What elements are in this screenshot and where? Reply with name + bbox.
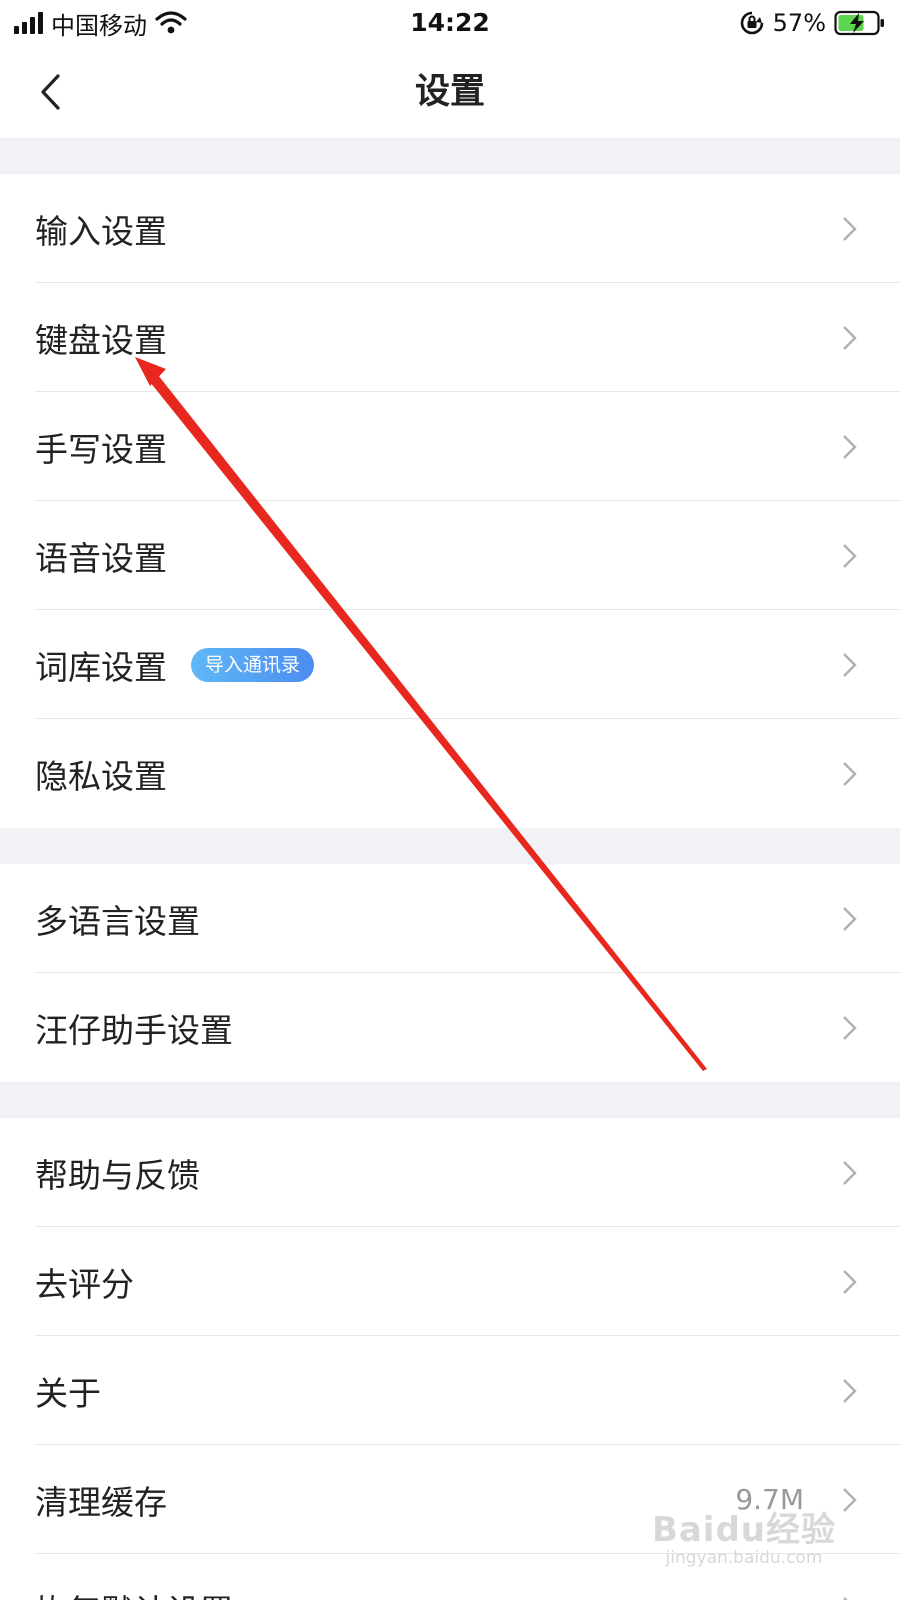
settings-item-input[interactable]: 输入设置 <box>0 174 900 283</box>
group-separator <box>0 138 900 174</box>
chevron-right-icon <box>843 1161 857 1185</box>
settings-item-privacy[interactable]: 隐私设置 <box>0 719 900 828</box>
settings-item-label: 隐私设置 <box>35 756 167 796</box>
chevron-right-icon <box>843 1488 857 1512</box>
settings-item-keyboard[interactable]: 键盘设置 <box>0 283 900 392</box>
settings-item-help-feedback[interactable]: 帮助与反馈 <box>0 1118 900 1227</box>
status-bar: 中国移动 14:22 57% <box>0 0 900 46</box>
settings-item-label: 词库设置 <box>35 647 167 687</box>
settings-item-label: 关于 <box>35 1373 101 1413</box>
group-separator <box>0 1082 900 1118</box>
settings-group-language: 多语言设置 汪仔助手设置 <box>0 864 900 1082</box>
chevron-right-icon <box>843 1597 848 1600</box>
settings-item-handwriting[interactable]: 手写设置 <box>0 392 900 501</box>
nav-bar: 设置 <box>0 46 900 138</box>
baidu-watermark: Baidu经验 jingyan.baidu.com <box>652 1512 836 1568</box>
settings-item-dictionary[interactable]: 词库设置 导入通讯录 <box>0 610 900 719</box>
chevron-right-icon <box>843 1270 857 1294</box>
battery-percent: 57% <box>772 9 826 37</box>
settings-item-label: 恢复默认设置 <box>35 1585 233 1600</box>
status-bar-right: 57% <box>739 6 886 40</box>
settings-item-label: 清理缓存 <box>35 1482 167 1522</box>
orientation-lock-icon <box>740 11 763 35</box>
chevron-right-icon <box>843 217 857 241</box>
settings-item-label: 语音设置 <box>35 538 167 578</box>
page-title: 设置 <box>414 72 485 112</box>
settings-group-main: 输入设置 键盘设置 手写设置 语音设置 词库设置 导入通讯录 隐私设置 <box>0 174 900 828</box>
settings-item-rate[interactable]: 去评分 <box>0 1227 900 1336</box>
watermark-url: jingyan.baidu.com <box>665 1548 823 1568</box>
group-separator <box>0 828 900 864</box>
settings-item-label: 帮助与反馈 <box>35 1155 200 1195</box>
settings-item-multilanguage[interactable]: 多语言设置 <box>0 864 900 973</box>
settings-item-label: 汪仔助手设置 <box>35 1010 233 1050</box>
import-contacts-badge[interactable]: 导入通讯录 <box>191 647 315 682</box>
battery-charging-icon <box>834 10 884 36</box>
settings-item-about[interactable]: 关于 <box>0 1336 900 1445</box>
chevron-right-icon <box>843 907 857 931</box>
settings-item-label: 键盘设置 <box>35 320 167 360</box>
settings-item-assistant[interactable]: 汪仔助手设置 <box>0 973 900 1082</box>
chevron-right-icon <box>843 653 857 677</box>
chevron-right-icon <box>843 762 857 786</box>
chevron-right-icon <box>843 326 857 350</box>
settings-item-label: 多语言设置 <box>35 901 200 941</box>
settings-item-label: 输入设置 <box>35 211 167 251</box>
chevron-right-icon <box>843 1016 857 1040</box>
chevron-right-icon <box>843 544 857 568</box>
settings-item-label: 手写设置 <box>35 429 167 469</box>
settings-item-label: 去评分 <box>35 1264 134 1304</box>
settings-item-voice[interactable]: 语音设置 <box>0 501 900 610</box>
watermark-logo: Baidu经验 <box>651 1510 836 1550</box>
chevron-right-icon <box>843 1379 857 1403</box>
chevron-right-icon <box>843 435 857 459</box>
